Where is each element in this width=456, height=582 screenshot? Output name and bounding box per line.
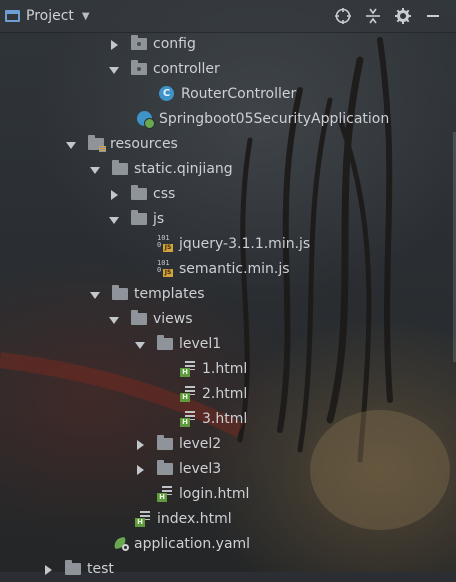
tree-item-label: css xyxy=(153,186,176,202)
collapsed-arrow-icon[interactable] xyxy=(108,189,120,201)
tree-row[interactable]: 101 0 JS jquery-3.1.1.min.js xyxy=(0,232,456,257)
tree-item-label: index.html xyxy=(157,511,232,527)
tree-item-label: 1.html xyxy=(202,361,248,377)
collapsed-arrow-icon[interactable] xyxy=(42,564,54,576)
settings-gear-icon[interactable] xyxy=(388,0,418,32)
tree-item-label: static.qinjiang xyxy=(134,161,233,177)
tree-row[interactable]: H 3.html xyxy=(0,407,456,432)
tree-row[interactable]: C RouterController xyxy=(0,82,456,107)
package-folder-icon xyxy=(131,60,149,78)
tree-item-label: views xyxy=(153,311,193,327)
header-toolbar xyxy=(328,0,448,32)
folder-icon xyxy=(131,185,149,203)
tree-row[interactable]: 101 0 JS semantic.min.js xyxy=(0,257,456,282)
folder-icon xyxy=(131,210,149,228)
project-tree: config controller C RouterController Springb… xyxy=(0,32,456,582)
collapse-all-icon[interactable] xyxy=(358,0,388,32)
expanded-arrow-icon[interactable] xyxy=(134,339,146,351)
tree-item-label: js xyxy=(153,211,165,227)
folder-icon xyxy=(112,160,130,178)
expanded-arrow-icon[interactable] xyxy=(89,164,101,176)
yaml-file-icon xyxy=(112,535,130,553)
locate-icon[interactable] xyxy=(328,0,358,32)
tree-row[interactable]: static.qinjiang xyxy=(0,157,456,182)
js-file-icon: 101 0 JS xyxy=(157,259,173,277)
tree-item-label: application.yaml xyxy=(134,536,251,552)
html-file-icon: H xyxy=(180,385,198,403)
tree-row[interactable]: test xyxy=(0,557,456,582)
html-file-icon: H xyxy=(180,360,198,378)
tree-item-label: semantic.min.js xyxy=(179,261,290,277)
tree-row[interactable]: H 1.html xyxy=(0,357,456,382)
tree-item-label: 3.html xyxy=(202,411,248,427)
tree-row[interactable]: config xyxy=(0,32,456,57)
tree-item-label: 2.html xyxy=(202,386,248,402)
resources-folder-icon xyxy=(88,135,106,153)
js-file-icon: 101 0 JS xyxy=(157,234,173,252)
tree-item-label: test xyxy=(87,561,114,577)
expanded-arrow-icon[interactable] xyxy=(65,139,77,151)
folder-icon xyxy=(112,285,130,303)
collapsed-arrow-icon[interactable] xyxy=(134,464,146,476)
tree-row[interactable]: H 2.html xyxy=(0,382,456,407)
tree-row[interactable]: Springboot05SecurityApplication xyxy=(0,107,456,132)
tree-item-label: RouterController xyxy=(181,86,297,102)
tree-row[interactable]: controller xyxy=(0,57,456,82)
project-window-icon xyxy=(5,10,20,22)
tree-row[interactable]: css xyxy=(0,182,456,207)
tree-item-label: resources xyxy=(110,136,178,152)
spring-boot-class-icon xyxy=(137,110,155,129)
tree-row[interactable]: level3 xyxy=(0,457,456,482)
expanded-arrow-icon[interactable] xyxy=(108,314,120,326)
collapsed-arrow-icon[interactable] xyxy=(108,39,120,51)
panel-title[interactable]: Project xyxy=(26,8,74,24)
tree-item-label: level3 xyxy=(179,461,222,477)
expanded-arrow-icon[interactable] xyxy=(108,214,120,226)
tree-row[interactable]: level2 xyxy=(0,432,456,457)
collapsed-arrow-icon[interactable] xyxy=(134,439,146,451)
html-file-icon: H xyxy=(180,410,198,428)
expanded-arrow-icon[interactable] xyxy=(108,64,120,76)
html-file-icon: H xyxy=(135,510,153,528)
tree-row[interactable]: js xyxy=(0,207,456,232)
package-folder-icon xyxy=(131,35,149,53)
tree-item-label: login.html xyxy=(179,486,250,502)
hide-panel-icon[interactable] xyxy=(418,0,448,32)
tree-item-label: Springboot05SecurityApplication xyxy=(159,111,390,127)
tree-item-label: config xyxy=(153,36,196,52)
tree-item-label: controller xyxy=(153,61,220,77)
tree-row[interactable]: level1 xyxy=(0,332,456,357)
tree-row[interactable]: Hlogin.html xyxy=(0,482,456,507)
tree-row[interactable]: resources xyxy=(0,132,456,157)
folder-icon xyxy=(65,560,83,578)
tree-row[interactable]: application.yaml xyxy=(0,532,456,557)
folder-icon xyxy=(157,435,175,453)
tree-item-label: level1 xyxy=(179,336,222,352)
java-class-icon: C xyxy=(159,85,177,103)
expanded-arrow-icon[interactable] xyxy=(89,289,101,301)
view-dropdown-icon[interactable]: ▼ xyxy=(82,11,90,22)
html-file-icon: H xyxy=(157,485,175,503)
tree-row[interactable]: Hindex.html xyxy=(0,507,456,532)
tree-item-label: templates xyxy=(134,286,205,302)
tree-item-label: jquery-3.1.1.min.js xyxy=(179,236,311,252)
tree-row[interactable]: views xyxy=(0,307,456,332)
folder-icon xyxy=(157,460,175,478)
folder-icon xyxy=(131,310,149,328)
project-panel-header: Project ▼ xyxy=(0,0,456,33)
folder-icon xyxy=(157,335,175,353)
tree-item-label: level2 xyxy=(179,436,222,452)
tree-row[interactable]: templates xyxy=(0,282,456,307)
